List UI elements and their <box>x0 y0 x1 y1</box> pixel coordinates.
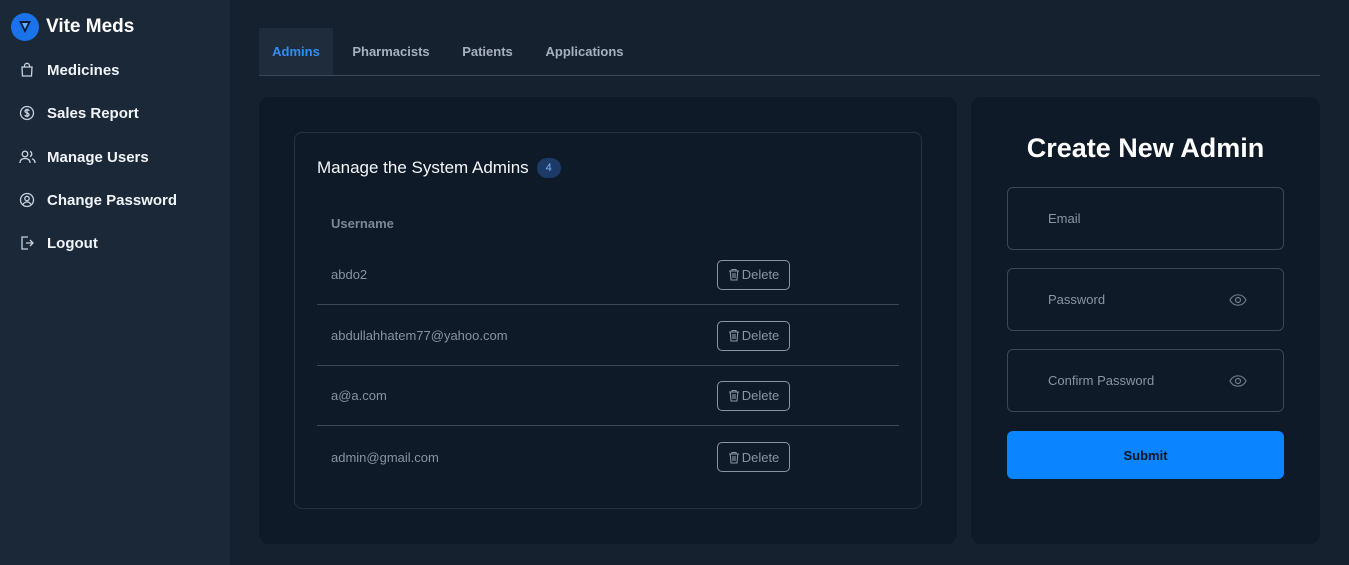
user-type-tabs: Admins Pharmacists Patients Applications <box>259 28 1320 76</box>
dollar-circle-icon <box>18 104 36 122</box>
sidebar-item-logout[interactable]: Logout <box>18 234 98 252</box>
tab-pharmacists[interactable]: Pharmacists <box>333 28 449 75</box>
sidebar-item-manage-users[interactable]: Manage Users <box>18 148 149 166</box>
delete-button[interactable]: Delete <box>717 259 790 290</box>
sidebar-item-label: Medicines <box>47 61 120 79</box>
sidebar-item-change-password[interactable]: Change Password <box>18 191 177 209</box>
admins-table-container: Manage the System Admins 4 Username abdo… <box>294 132 922 509</box>
user-circle-icon <box>18 191 36 209</box>
admins-heading: Manage the System Admins 4 <box>317 158 561 178</box>
brand-name: Vite Meds <box>46 16 135 37</box>
table-row: abdo2 Delete <box>317 245 899 305</box>
delete-label: Delete <box>741 449 780 465</box>
email-input[interactable] <box>1008 188 1283 249</box>
delete-button[interactable]: Delete <box>717 442 790 472</box>
delete-label: Delete <box>741 328 780 343</box>
admins-title: Manage the System Admins <box>317 158 529 177</box>
delete-button[interactable]: Delete <box>717 380 790 411</box>
submit-button[interactable]: Submit <box>1007 431 1284 479</box>
username-cell: a@a.com <box>331 388 387 403</box>
username-cell: abdo2 <box>331 267 368 282</box>
sidebar-item-label: Change Password <box>47 191 178 209</box>
confirm-password-input[interactable] <box>1008 350 1229 411</box>
sidebar-item-sales-report[interactable]: Sales Report <box>18 104 139 122</box>
username-cell: admin@gmail.com <box>331 449 439 465</box>
trash-icon <box>728 329 740 342</box>
admins-count-badge: 4 <box>536 158 561 178</box>
delete-button[interactable]: Delete <box>717 320 790 351</box>
confirm-password-field <box>1007 349 1284 412</box>
trash-icon <box>728 268 740 281</box>
trash-icon <box>728 451 740 464</box>
brand[interactable]: Vite Meds <box>11 13 134 41</box>
tab-admins[interactable]: Admins <box>259 28 333 75</box>
column-header-username: Username <box>331 216 394 231</box>
sidebar-item-label: Logout <box>47 234 98 252</box>
tab-patients[interactable]: Patients <box>449 28 526 75</box>
sidebar-item-label: Manage Users <box>47 148 149 166</box>
sidebar-item-label: Sales Report <box>47 104 139 122</box>
password-input[interactable] <box>1008 269 1229 330</box>
sidebar-item-medicines[interactable]: Medicines <box>18 61 120 79</box>
trash-icon <box>728 389 740 402</box>
table-row: admin@gmail.com Delete <box>317 427 899 487</box>
password-field <box>1007 268 1284 331</box>
delete-label: Delete <box>741 388 780 403</box>
shopping-bag-icon <box>18 61 36 79</box>
vite-logo-icon <box>11 13 39 41</box>
table-row: a@a.com Delete <box>317 366 899 426</box>
users-icon <box>18 148 36 166</box>
username-cell: abdullahhatem77@yahoo.com <box>331 328 508 343</box>
eye-icon[interactable] <box>1229 293 1247 307</box>
create-admin-card: Create New Admin Submit <box>971 97 1320 544</box>
logout-icon <box>18 234 36 252</box>
eye-icon[interactable] <box>1229 374 1247 388</box>
create-admin-title: Create New Admin <box>1026 133 1265 163</box>
table-row: abdullahhatem77@yahoo.com Delete <box>317 306 899 366</box>
tab-applications[interactable]: Applications <box>526 28 643 75</box>
sidebar: Vite Meds Medicines Sales Report Manage … <box>0 0 230 565</box>
delete-label: Delete <box>741 267 780 282</box>
email-field <box>1007 187 1284 250</box>
admins-card: Manage the System Admins 4 Username abdo… <box>259 97 957 544</box>
